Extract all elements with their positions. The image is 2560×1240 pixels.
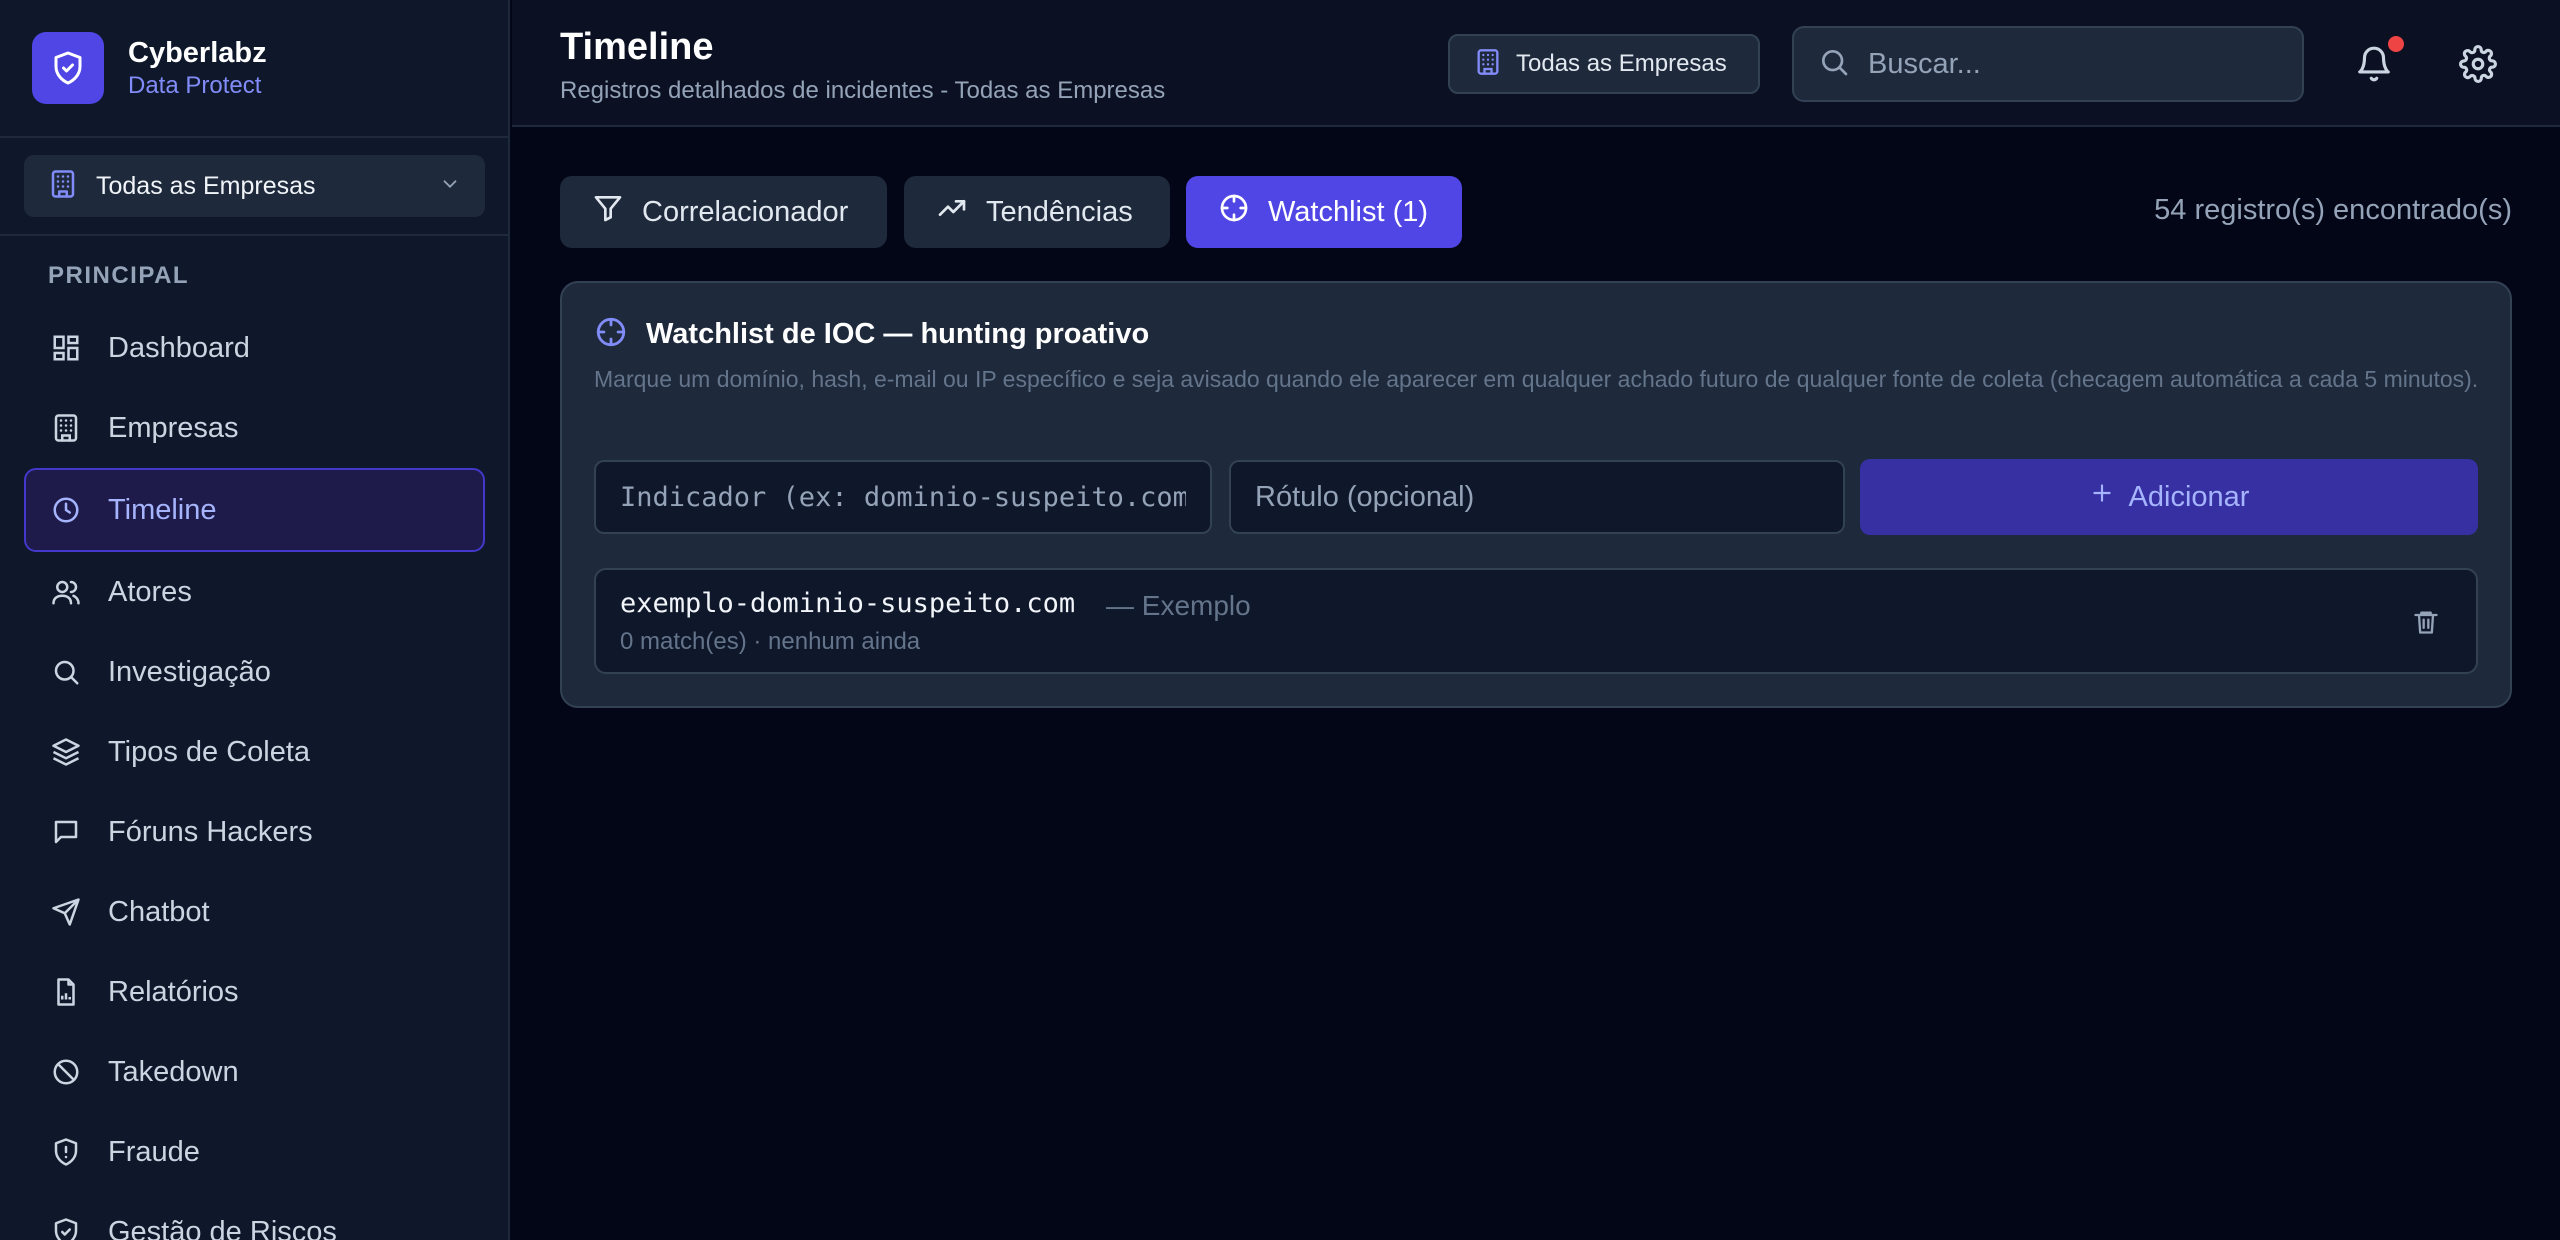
search-box[interactable] — [1792, 26, 2304, 102]
brand-name: Cyberlabz — [128, 37, 267, 69]
watchlist-title: Watchlist de IOC — hunting proativo — [594, 315, 1149, 354]
tab-label: Tendências — [986, 195, 1133, 228]
sidebar-item-empresas[interactable]: Empresas — [24, 388, 485, 468]
sidebar-item-label: Fóruns Hackers — [108, 815, 313, 848]
section-title: PRINCIPAL — [48, 262, 190, 289]
sidebar-item-relatorios[interactable]: Relatórios — [24, 952, 485, 1032]
app-root: Cyberlabz Data Protect Todas as Empresas… — [0, 0, 2560, 1240]
company-filter-chip[interactable]: Todas as Empresas — [1448, 34, 1760, 94]
layers-icon — [50, 736, 82, 768]
records-count: 54 registro(s) encontrado(s) — [2154, 194, 2512, 226]
divider — [0, 234, 508, 236]
ioc-label: — Exemplo — [1106, 590, 1251, 621]
filter-icon — [592, 192, 624, 232]
search-icon — [1818, 46, 1850, 83]
trending-up-icon — [936, 192, 968, 232]
sidebar-item-label: Timeline — [108, 493, 217, 526]
report-icon — [50, 976, 82, 1008]
sidebar-item-label: Takedown — [108, 1055, 239, 1088]
sidebar-item-timeline[interactable]: Timeline — [24, 468, 485, 552]
label-field[interactable] — [1229, 460, 1845, 534]
add-button[interactable]: Adicionar — [1860, 459, 2478, 535]
sidebar-nav: Dashboard Empresas Timeline Atores Inves… — [24, 308, 485, 1240]
plus-icon — [2089, 480, 2115, 514]
shield-check-icon — [50, 1216, 82, 1240]
gear-icon[interactable] — [2454, 40, 2502, 88]
label-input[interactable] — [1231, 462, 1843, 532]
page-subtitle: Registros detalhados de incidentes - Tod… — [560, 77, 1166, 104]
shield-logo-icon — [32, 32, 104, 104]
sidebar-item-chatbot[interactable]: Chatbot — [24, 872, 485, 952]
sidebar-item-label: Atores — [108, 575, 192, 608]
indicator-field[interactable] — [594, 460, 1212, 534]
add-button-label: Adicionar — [2128, 480, 2250, 513]
sidebar-item-label: Investigação — [108, 655, 271, 688]
crosshair-icon — [1218, 192, 1250, 232]
brand[interactable]: Cyberlabz Data Protect — [32, 32, 267, 104]
watchlist-description: Marque um domínio, hash, e-mail ou IP es… — [594, 366, 2479, 392]
sidebar-item-dashboard[interactable]: Dashboard — [24, 308, 485, 388]
sidebar-item-tipos-de-coleta[interactable]: Tipos de Coleta — [24, 712, 485, 792]
building-icon — [48, 169, 78, 204]
brand-subtitle: Data Protect — [128, 72, 262, 99]
ban-icon — [50, 1056, 82, 1088]
chevron-down-icon — [439, 173, 461, 200]
sidebar-item-label: Fraude — [108, 1135, 200, 1168]
sidebar-item-label: Dashboard — [108, 331, 250, 364]
sidebar-item-fraude[interactable]: Fraude — [24, 1112, 485, 1192]
sidebar: Cyberlabz Data Protect Todas as Empresas… — [0, 0, 510, 1240]
sidebar-item-label: Relatórios — [108, 975, 239, 1008]
search-input[interactable] — [1868, 47, 2288, 81]
sidebar-item-foruns-hackers[interactable]: Fóruns Hackers — [24, 792, 485, 872]
tab-correlacionador[interactable]: Correlacionador — [560, 176, 887, 248]
ioc-match-count: 0 match(es) · nenhum ainda — [620, 628, 921, 655]
watchlist-title-text: Watchlist de IOC — hunting proativo — [646, 318, 1150, 350]
notification-badge — [2388, 36, 2404, 52]
sidebar-item-takedown[interactable]: Takedown — [24, 1032, 485, 1112]
message-icon — [50, 816, 82, 848]
send-icon — [50, 896, 82, 928]
page-title: Timeline — [560, 26, 714, 68]
tab-tendencias[interactable]: Tendências — [904, 176, 1170, 248]
company-chip-label: Todas as Empresas — [1516, 50, 1727, 77]
tab-label: Watchlist (1) — [1268, 195, 1429, 228]
sidebar-item-investigacao[interactable]: Investigação — [24, 632, 485, 712]
sidebar-item-label: Empresas — [108, 411, 239, 444]
company-select-label: Todas as Empresas — [96, 171, 316, 200]
sidebar-item-atores[interactable]: Atores — [24, 552, 485, 632]
tab-watchlist[interactable]: Watchlist (1) — [1186, 176, 1462, 248]
search-icon — [50, 656, 82, 688]
sidebar-item-label: Tipos de Coleta — [108, 735, 311, 768]
clock-icon — [50, 494, 82, 526]
building-icon — [1474, 48, 1502, 81]
watchlist-item: exemplo-dominio-suspeito.com — Exemplo 0… — [594, 568, 2478, 674]
watchlist-card: Watchlist de IOC — hunting proativo Marq… — [560, 281, 2512, 708]
header: Timeline Registros detalhados de inciden… — [512, 0, 2560, 127]
users-icon — [50, 576, 82, 608]
crosshair-icon — [594, 315, 628, 354]
tab-label: Correlacionador — [642, 195, 849, 228]
sidebar-item-label: Chatbot — [108, 895, 210, 928]
sidebar-item-gestao-de-riscos[interactable]: Gestão de Riscos — [24, 1192, 485, 1240]
dashboard-icon — [50, 332, 82, 364]
company-select[interactable]: Todas as Empresas — [24, 155, 485, 217]
sidebar-item-label: Gestão de Riscos — [108, 1215, 337, 1240]
shield-alert-icon — [50, 1136, 82, 1168]
trash-icon[interactable] — [2408, 604, 2444, 640]
ioc-value: exemplo-dominio-suspeito.com — [620, 588, 1076, 619]
building-icon — [50, 412, 82, 444]
indicator-input[interactable] — [596, 462, 1210, 532]
divider — [0, 136, 508, 138]
